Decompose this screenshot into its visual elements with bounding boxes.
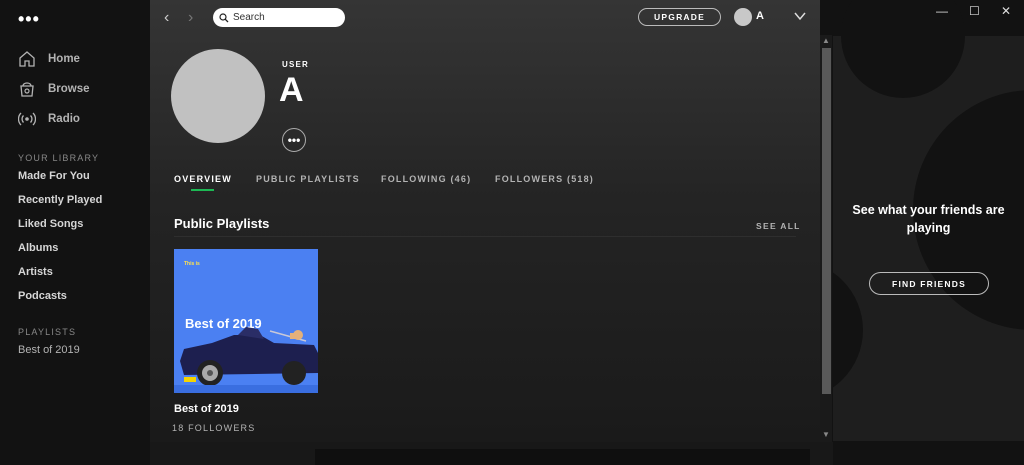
search-input[interactable] bbox=[233, 12, 333, 23]
active-tab-indicator bbox=[191, 189, 214, 191]
scroll-up-arrow[interactable]: ▲ bbox=[822, 36, 830, 45]
library-made-for-you[interactable]: Made For You bbox=[18, 170, 90, 182]
profile-avatar bbox=[171, 49, 265, 143]
scrollbar-thumb[interactable] bbox=[822, 48, 831, 394]
back-button[interactable]: ‹ bbox=[164, 9, 169, 27]
browse-icon bbox=[20, 82, 34, 97]
tab-public-playlists[interactable]: PUBLIC PLAYLISTS bbox=[256, 174, 360, 184]
app-menu-button[interactable]: ••• bbox=[18, 10, 40, 28]
library-liked-songs[interactable]: Liked Songs bbox=[18, 218, 83, 230]
playlist-title[interactable]: Best of 2019 bbox=[174, 403, 239, 415]
home-icon bbox=[19, 51, 35, 67]
radio-icon bbox=[18, 112, 36, 126]
nav-browse-label: Browse bbox=[48, 83, 90, 95]
search-icon bbox=[219, 12, 229, 22]
playlist-followers: 18 FOLLOWERS bbox=[172, 423, 256, 433]
maximize-button[interactable]: ☐ bbox=[969, 4, 980, 18]
friends-message: See what your friends are playing bbox=[852, 203, 1005, 235]
now-playing-bar bbox=[150, 442, 833, 465]
player-controls-area bbox=[315, 449, 810, 465]
library-albums[interactable]: Albums bbox=[18, 242, 58, 254]
car-illustration bbox=[174, 327, 318, 393]
nav-browse[interactable]: Browse bbox=[18, 79, 90, 99]
playlist-cover[interactable]: This is Best of 2019 bbox=[174, 249, 318, 393]
nav-home[interactable]: Home bbox=[18, 49, 80, 69]
tab-following[interactable]: FOLLOWING (46) bbox=[381, 174, 471, 184]
close-button[interactable]: ✕ bbox=[1001, 4, 1011, 18]
section-title[interactable]: Public Playlists bbox=[174, 216, 269, 231]
main-content: ‹ › UPGRADE A USER A ••• OVERVIEW PUBLIC… bbox=[150, 0, 820, 442]
find-friends-button[interactable]: FIND FRIENDS bbox=[869, 272, 989, 295]
tab-overview[interactable]: OVERVIEW bbox=[174, 174, 232, 184]
divider bbox=[174, 236, 796, 237]
library-heading: YOUR LIBRARY bbox=[18, 153, 100, 163]
friend-activity-panel: — ☐ ✕ See what your friends are playing … bbox=[833, 0, 1024, 465]
more-options-button[interactable]: ••• bbox=[282, 128, 306, 152]
profile-name: A bbox=[279, 71, 304, 109]
search-box[interactable] bbox=[213, 8, 345, 27]
profile-type-label: USER bbox=[282, 60, 310, 69]
nav-radio[interactable]: Radio bbox=[18, 109, 80, 129]
library-podcasts[interactable]: Podcasts bbox=[18, 290, 67, 302]
tab-followers[interactable]: FOLLOWERS (518) bbox=[495, 174, 594, 184]
sidebar: ••• Home Browse Radio YOUR LIBRARY Made … bbox=[0, 0, 150, 465]
sidebar-playlist-item[interactable]: Best of 2019 bbox=[18, 344, 80, 356]
see-all-link[interactable]: SEE ALL bbox=[756, 221, 801, 231]
nav-radio-label: Radio bbox=[48, 113, 80, 125]
scroll-down-arrow[interactable]: ▼ bbox=[822, 430, 830, 439]
forward-button[interactable]: › bbox=[188, 9, 193, 27]
playlists-heading: PLAYLISTS bbox=[18, 327, 77, 337]
library-artists[interactable]: Artists bbox=[18, 266, 53, 278]
library-recently-played[interactable]: Recently Played bbox=[18, 194, 102, 206]
nav-home-label: Home bbox=[48, 53, 80, 65]
user-avatar[interactable] bbox=[734, 8, 752, 26]
minimize-button[interactable]: — bbox=[936, 4, 948, 18]
chevron-down-icon[interactable] bbox=[793, 9, 807, 23]
user-menu-name[interactable]: A bbox=[756, 10, 764, 22]
upgrade-button[interactable]: UPGRADE bbox=[638, 8, 721, 26]
